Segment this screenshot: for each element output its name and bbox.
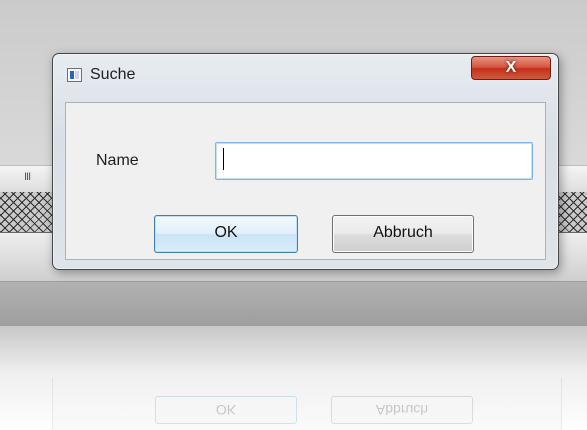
text-caret [223, 148, 224, 170]
window-app-icon [67, 68, 82, 82]
dialog-content: Name OK Abbruch [65, 102, 546, 260]
dialog-reflection: OK Abbruch [52, 378, 562, 430]
ok-button[interactable]: OK [154, 215, 298, 253]
dialog-titlebar[interactable]: Suche X [53, 54, 558, 102]
name-input[interactable] [215, 142, 533, 180]
reflected-ok-button: OK [155, 396, 297, 424]
cancel-button[interactable]: Abbruch [332, 215, 474, 253]
search-dialog: Suche X Name OK Abbruch [52, 53, 559, 270]
close-button[interactable]: X [471, 56, 551, 80]
background-band [0, 282, 587, 326]
reflected-cancel-button: Abbruch [331, 396, 473, 424]
dialog-title: Suche [90, 66, 136, 83]
close-icon: X [505, 59, 517, 76]
toolbar-grip: III [24, 171, 31, 183]
name-label: Name [96, 152, 139, 169]
